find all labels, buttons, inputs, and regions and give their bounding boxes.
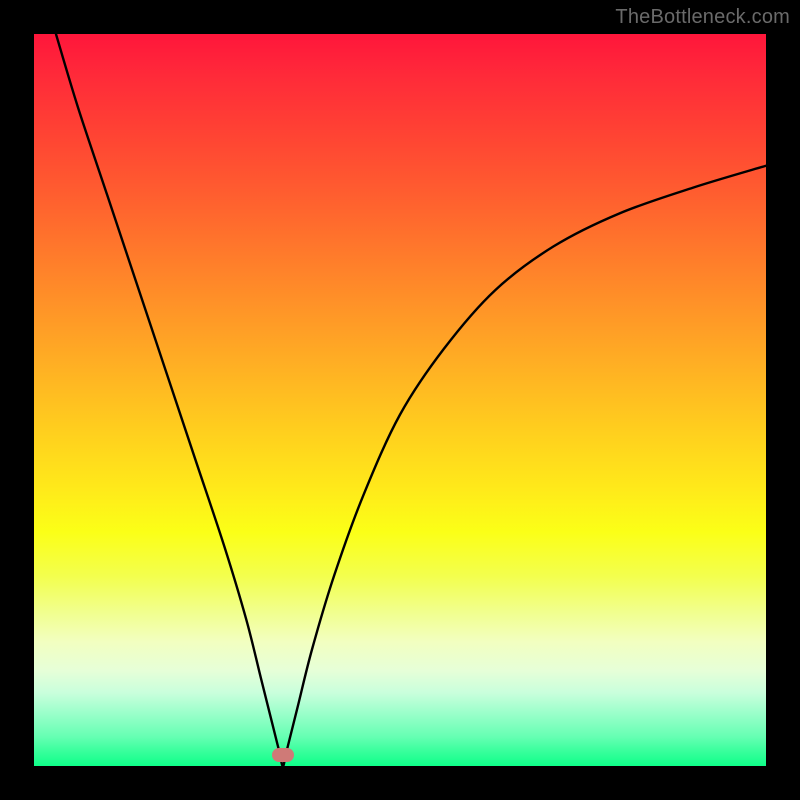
curve-svg — [34, 34, 766, 766]
watermark-text: TheBottleneck.com — [615, 6, 790, 29]
plot-area — [34, 34, 766, 766]
chart-frame: TheBottleneck.com — [0, 0, 800, 800]
bottleneck-curve — [56, 34, 766, 766]
optimum-marker — [272, 748, 294, 762]
